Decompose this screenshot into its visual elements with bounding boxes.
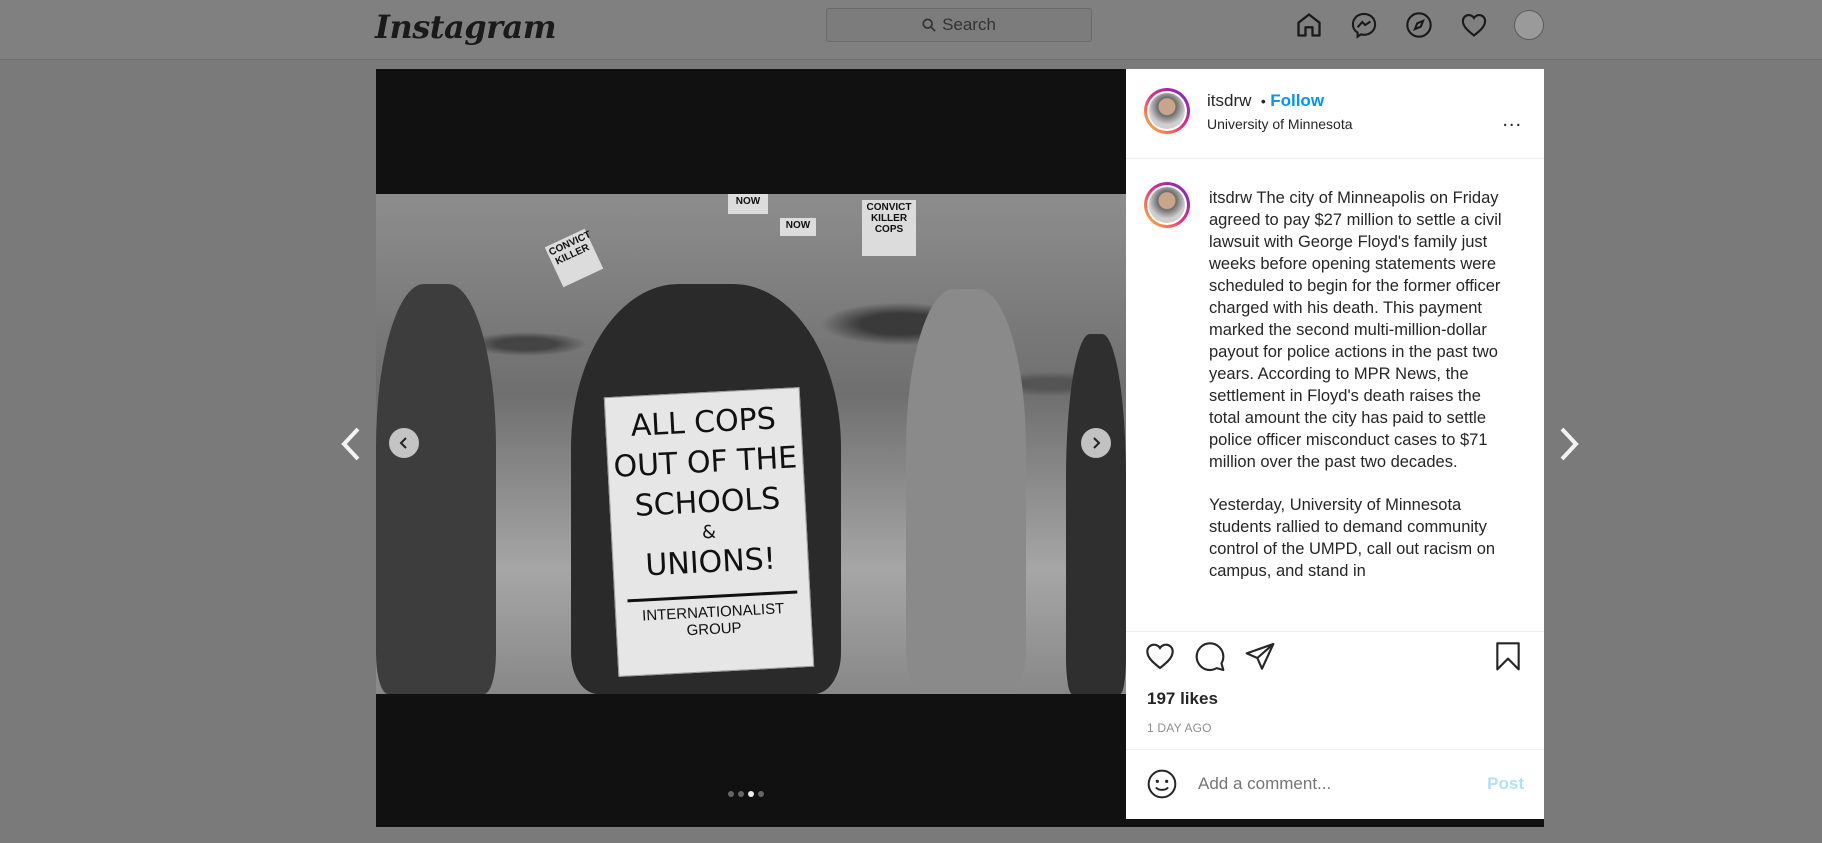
- carousel-dot: [738, 791, 744, 797]
- modal-bottom-edge: [1126, 819, 1544, 827]
- post-actions: [1126, 631, 1544, 692]
- follow-separator: •: [1260, 93, 1266, 109]
- previous-post-arrow[interactable]: [338, 426, 364, 462]
- photo-figure: [376, 284, 496, 694]
- heart-icon: [1146, 643, 1174, 670]
- protest-sign-small: NOW: [728, 194, 768, 214]
- chevron-right-icon: [1560, 427, 1579, 461]
- search-icon: [922, 18, 936, 32]
- protest-sign-small: NOW: [780, 218, 816, 236]
- more-options-button[interactable]: ...: [1502, 109, 1522, 132]
- carousel-previous-button[interactable]: [389, 428, 419, 458]
- carousel-indicator: [728, 791, 764, 797]
- avatar: [1514, 10, 1544, 40]
- emoji-icon[interactable]: [1146, 768, 1178, 800]
- chevron-left-icon: [341, 427, 360, 461]
- sign-footer: INTERNATIONALIST GROUP: [627, 590, 800, 643]
- post-photo: NOW CONVICT KILLER COPS CONVICT KILLER N…: [376, 194, 1126, 694]
- caption-avatar[interactable]: [1144, 182, 1190, 228]
- sign-line: UNIONS!: [644, 541, 777, 584]
- follow-button[interactable]: Follow: [1270, 91, 1324, 110]
- carousel-next-button[interactable]: [1081, 428, 1111, 458]
- messenger-icon[interactable]: [1349, 10, 1379, 40]
- post-location[interactable]: University of Minnesota: [1207, 116, 1353, 132]
- share-button[interactable]: [1244, 640, 1278, 674]
- comment-bar: Post: [1126, 749, 1544, 820]
- comment-input[interactable]: [1196, 773, 1460, 795]
- instagram-logo[interactable]: Instagram: [375, 8, 557, 46]
- next-post-arrow[interactable]: [1556, 426, 1582, 462]
- post-comment-button[interactable]: Post: [1487, 774, 1524, 794]
- post-timestamp: 1 DAY AGO: [1147, 721, 1212, 735]
- send-icon: [1245, 642, 1275, 670]
- caption-username[interactable]: itsdrw: [1209, 189, 1252, 207]
- post-details-panel: itsdrw • Follow University of Minnesota …: [1126, 69, 1544, 819]
- caption-text: The city of Minneapolis on Friday agreed…: [1209, 189, 1502, 471]
- carousel-dot-active: [748, 791, 754, 797]
- post-header: itsdrw • Follow University of Minnesota …: [1126, 69, 1544, 159]
- photo-figure: [906, 289, 1026, 689]
- caption-text: Yesterday, University of Minnesota stude…: [1209, 496, 1496, 579]
- top-navigation-bar: Instagram Search: [0, 0, 1822, 60]
- explore-icon[interactable]: [1404, 10, 1434, 40]
- post-caption: itsdrw The city of Minneapolis on Friday…: [1209, 187, 1505, 579]
- comment-button[interactable]: [1194, 640, 1228, 674]
- carousel-dot: [728, 791, 734, 797]
- heart-icon[interactable]: [1459, 10, 1489, 40]
- profile-avatar[interactable]: [1514, 10, 1544, 40]
- search-input[interactable]: Search: [826, 8, 1092, 42]
- search-placeholder: Search: [942, 15, 996, 34]
- save-button[interactable]: [1492, 640, 1526, 674]
- sign-line: &: [701, 521, 717, 544]
- author-username[interactable]: itsdrw: [1207, 91, 1251, 110]
- author-avatar[interactable]: [1144, 88, 1190, 134]
- chevron-right-icon: [1093, 437, 1101, 449]
- like-button[interactable]: [1144, 640, 1178, 674]
- carousel-dot: [758, 791, 764, 797]
- home-icon[interactable]: [1294, 10, 1324, 40]
- chevron-left-icon: [399, 437, 407, 449]
- likes-count[interactable]: 197 likes: [1147, 689, 1218, 709]
- sign-line: SCHOOLS: [633, 481, 782, 524]
- comment-icon: [1195, 642, 1225, 672]
- photo-figure: [1066, 334, 1126, 694]
- protest-sign-main: ALL COPS OUT OF THE SCHOOLS & UNIONS! IN…: [603, 387, 815, 677]
- protest-sign-small: CONVICT KILLER COPS: [862, 200, 916, 256]
- bookmark-icon: [1496, 642, 1520, 671]
